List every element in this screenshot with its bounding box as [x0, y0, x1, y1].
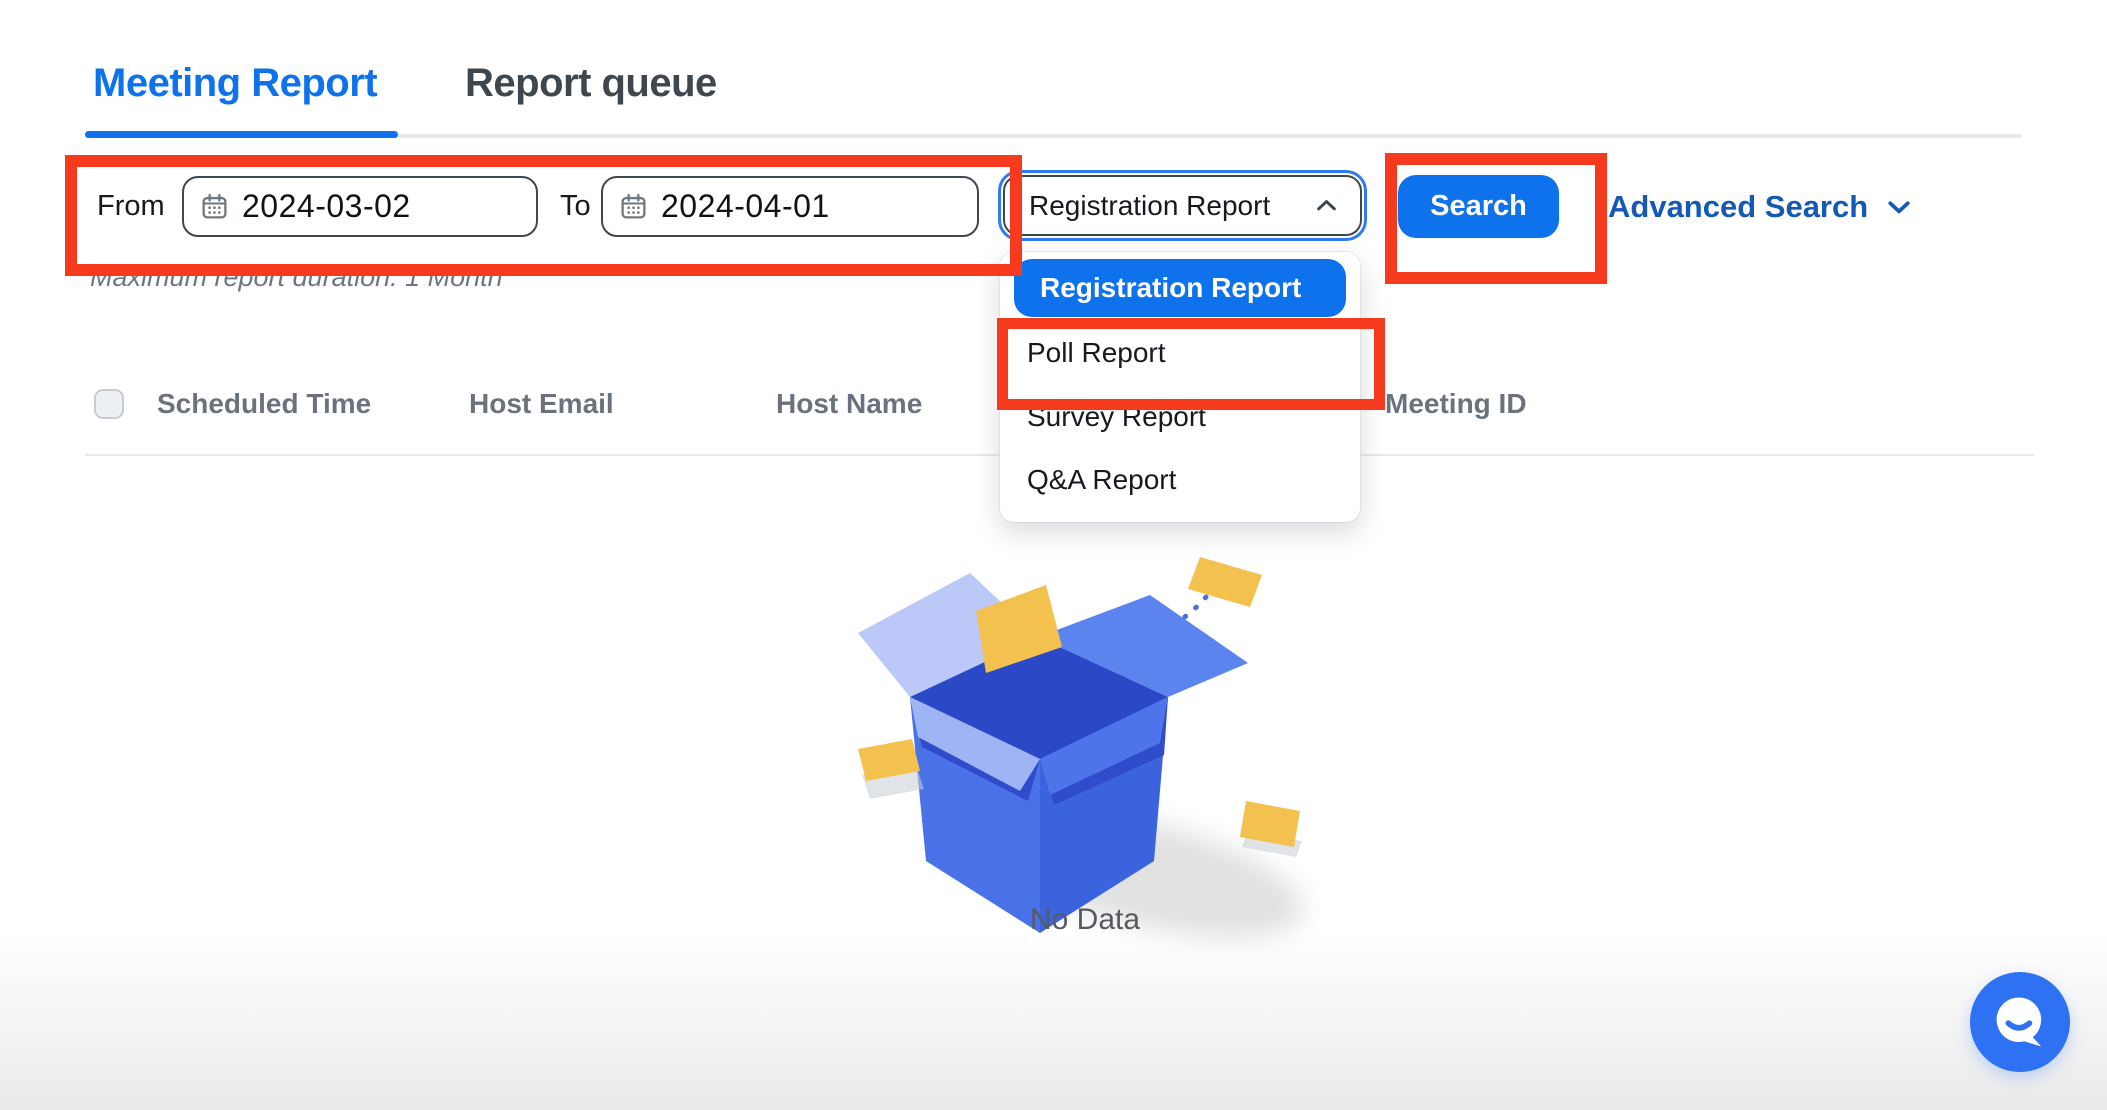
menu-item-registration-report[interactable]: Registration Report [1014, 259, 1346, 317]
menu-item-qa-report[interactable]: Q&A Report [1027, 466, 1176, 494]
to-date-input[interactable]: 2024-04-01 [601, 176, 979, 237]
chat-bubble-icon [1991, 993, 2049, 1051]
empty-box-illustration [850, 545, 1320, 965]
to-label: To [560, 192, 591, 221]
tab-report-queue[interactable]: Report queue [465, 63, 717, 103]
search-button[interactable]: Search [1398, 175, 1559, 238]
tab-meeting-report[interactable]: Meeting Report [93, 63, 377, 103]
no-data-label: No Data [850, 903, 1320, 937]
column-header-meeting-id: Meeting ID [1385, 390, 1527, 418]
max-duration-note: Maximum report duration: 1 Month [90, 264, 503, 291]
report-type-select[interactable]: Registration Report [1003, 175, 1362, 236]
report-type-selected-value: Registration Report [1029, 190, 1270, 222]
calendar-icon [200, 192, 229, 221]
column-header-host-name: Host Name [776, 390, 922, 418]
menu-item-poll-report[interactable]: Poll Report [1027, 339, 1166, 367]
meeting-report-page: Meeting Report Report queue From 2024-03… [0, 0, 2107, 1110]
calendar-icon [619, 192, 648, 221]
menu-item-survey-report[interactable]: Survey Report [1027, 403, 1206, 431]
chat-widget-button[interactable] [1970, 972, 2070, 1072]
active-tab-underline [85, 131, 398, 138]
advanced-search-label: Advanced Search [1608, 191, 1868, 222]
from-label: From [97, 192, 165, 221]
column-header-scheduled-time: Scheduled Time [157, 390, 371, 418]
from-date-input[interactable]: 2024-03-02 [182, 176, 538, 237]
advanced-search-toggle[interactable]: Advanced Search [1608, 191, 1914, 222]
to-date-value: 2024-04-01 [661, 188, 830, 225]
from-date-value: 2024-03-02 [242, 188, 411, 225]
column-header-host-email: Host Email [469, 390, 614, 418]
chevron-up-icon [1313, 192, 1340, 219]
report-type-menu: Registration Report Poll Report Survey R… [1000, 252, 1360, 522]
select-all-checkbox[interactable] [94, 389, 124, 419]
chevron-down-icon [1884, 192, 1914, 222]
